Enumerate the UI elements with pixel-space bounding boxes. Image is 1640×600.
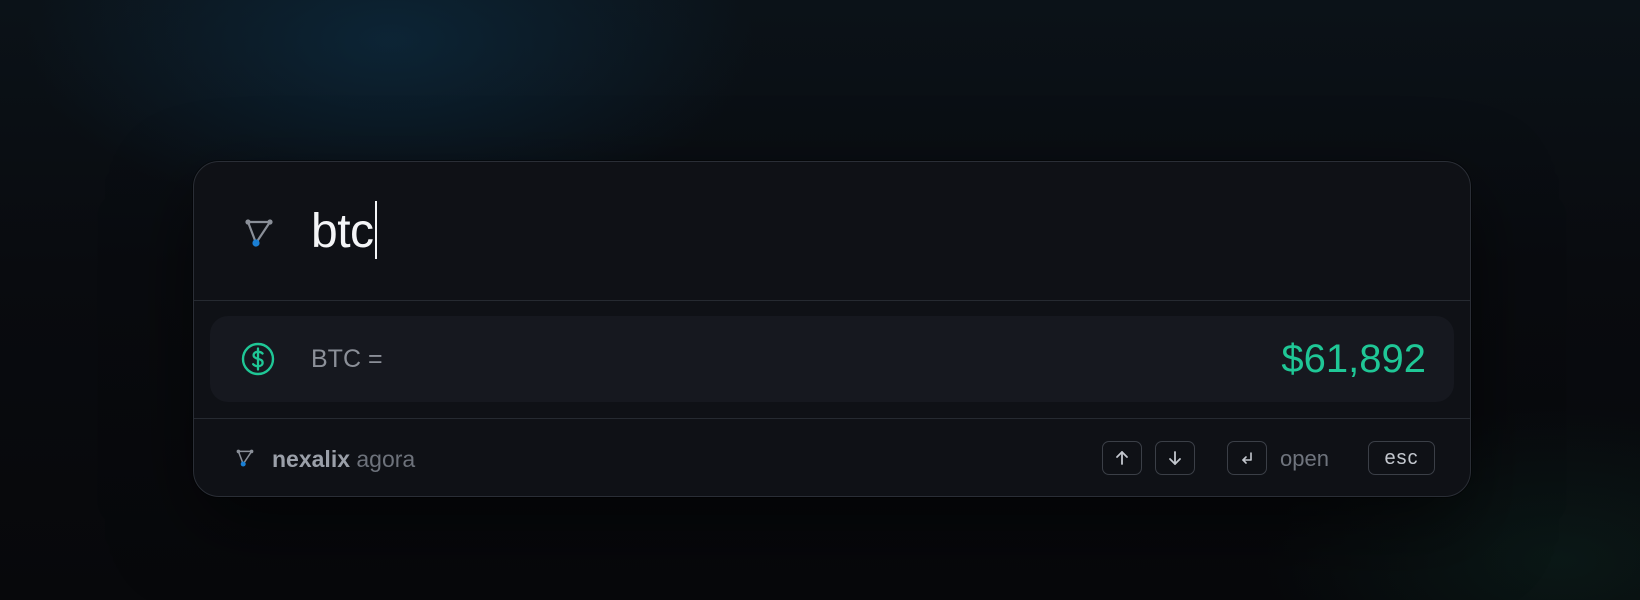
footer-bar: nexalix agora open esc bbox=[194, 418, 1470, 496]
arrow-down-icon bbox=[1169, 451, 1181, 465]
arrow-up-key[interactable] bbox=[1102, 441, 1142, 475]
command-palette: btc BTC = $61,892 nexalix agora open esc bbox=[193, 161, 1471, 497]
search-query: btc bbox=[311, 205, 374, 258]
enter-key[interactable] bbox=[1227, 441, 1267, 475]
brand-name: nexalix bbox=[272, 446, 350, 472]
arrow-down-key[interactable] bbox=[1155, 441, 1195, 475]
dollar-circle-icon bbox=[241, 342, 275, 376]
brand-sub: agora bbox=[356, 446, 416, 472]
text-caret bbox=[374, 201, 377, 259]
nexalix-logo-icon bbox=[236, 449, 254, 467]
result-label: BTC = bbox=[311, 345, 383, 373]
brand-label: nexalix agora bbox=[272, 444, 415, 474]
result-item[interactable]: BTC = $61,892 bbox=[210, 316, 1454, 402]
search-row[interactable]: btc bbox=[194, 162, 1470, 301]
nexalix-logo-icon bbox=[244, 218, 274, 248]
arrow-up-icon bbox=[1116, 451, 1128, 465]
open-label: open bbox=[1280, 446, 1329, 471]
enter-return-icon bbox=[1242, 452, 1252, 464]
search-input[interactable]: btc bbox=[311, 197, 377, 267]
result-value: $61,892 bbox=[1281, 337, 1426, 381]
esc-key[interactable]: esc bbox=[1368, 441, 1435, 475]
